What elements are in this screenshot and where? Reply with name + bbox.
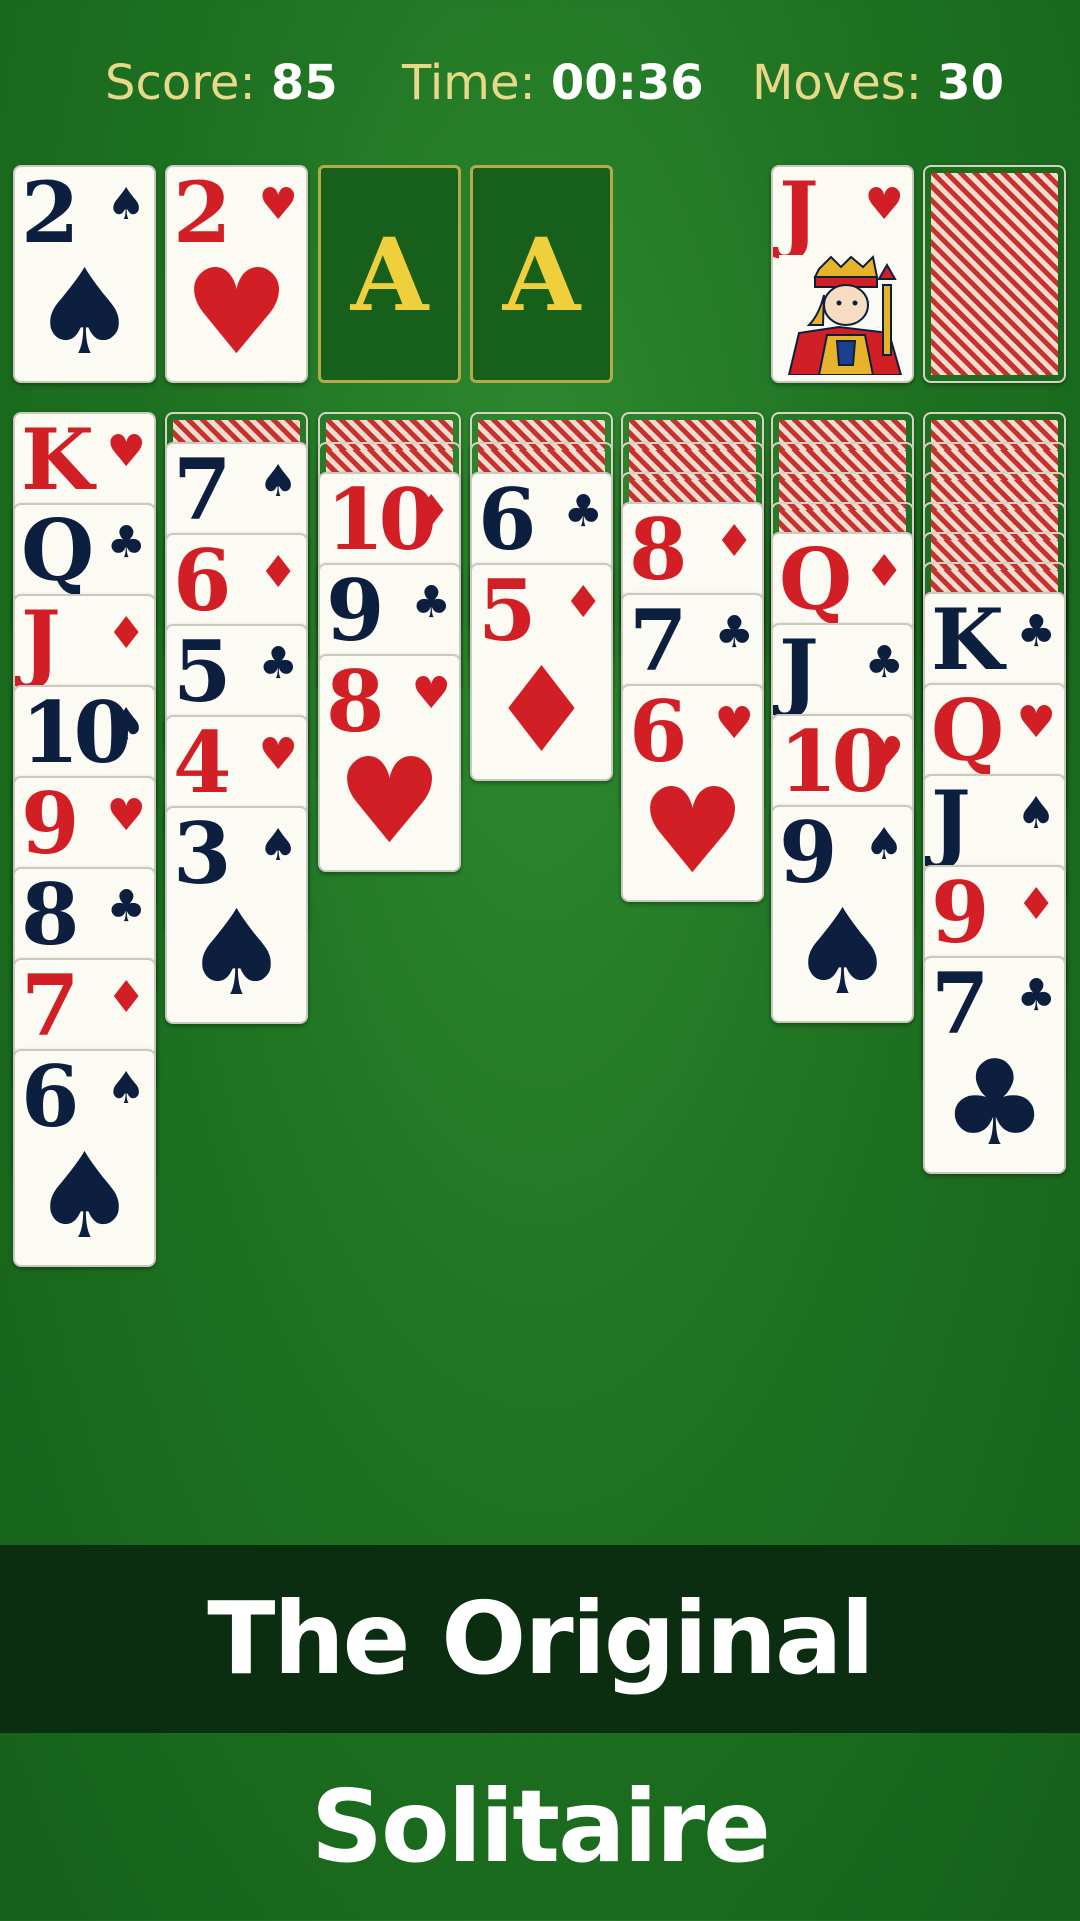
score-bar: Score: 85 Time: 00:36 Moves: 30 — [0, 48, 1080, 118]
heart-icon: ♥ — [183, 243, 290, 381]
heart-icon: ♥ — [639, 762, 746, 900]
tableau-card[interactable]: 8 ♥ ♥ — [318, 654, 461, 872]
score-value: 85 — [270, 55, 338, 111]
moves-label: Moves: — [752, 55, 922, 111]
card-rank: Q — [779, 532, 852, 629]
time-value: 00:36 — [550, 55, 704, 111]
promo-banner: The Original Solitaire — [0, 1545, 1080, 1885]
card-rank: 9 — [931, 865, 990, 962]
club-icon: ♣ — [941, 1034, 1048, 1172]
waste-pile[interactable]: J ♥ — [771, 165, 914, 383]
club-icon: ♣ — [411, 577, 451, 628]
diamond-icon: ♦ — [714, 516, 754, 567]
card-rank: 6 — [173, 533, 232, 630]
diamond-icon: ♦ — [258, 547, 298, 598]
heart-icon: ♥ — [411, 668, 451, 719]
card-rank: K — [931, 592, 1004, 689]
spade-icon: ♠ — [789, 883, 896, 1021]
card-rank: 8 — [629, 502, 688, 599]
card-rank: 9 — [21, 776, 80, 873]
spade-icon: ♠ — [31, 243, 138, 381]
card-rank: 7 — [173, 442, 232, 539]
heart-icon: ♥ — [864, 179, 904, 230]
card-rank: Q — [931, 683, 1004, 780]
heart-icon: ♥ — [106, 790, 146, 841]
heart-icon: ♥ — [714, 698, 754, 749]
club-icon: ♣ — [106, 881, 146, 932]
club-icon: ♣ — [1016, 970, 1056, 1021]
time-display: Time: 00:36 — [402, 48, 704, 118]
tableau-card[interactable]: 6 ♥ ♥ — [621, 684, 764, 902]
club-icon: ♣ — [1016, 606, 1056, 657]
foundation-ace-label: A — [350, 216, 429, 334]
spade-icon: ♠ — [106, 699, 146, 750]
foundation-pile-2[interactable]: 2 ♥ ♥ — [165, 165, 308, 383]
time-label: Time: — [402, 55, 536, 111]
heart-icon: ♥ — [258, 729, 298, 780]
foundation-pile-3[interactable]: A — [318, 165, 461, 383]
jack-portrait-icon — [779, 255, 909, 375]
tableau-card[interactable]: 7 ♣ ♣ — [923, 956, 1066, 1174]
score-display: Score: 85 — [105, 48, 338, 118]
foundation-ace-label: A — [502, 216, 581, 334]
diamond-icon: ♦ — [488, 641, 595, 779]
spade-icon: ♠ — [31, 1127, 138, 1265]
diamond-icon: ♦ — [1016, 879, 1056, 930]
card-rank: K — [21, 412, 94, 509]
tableau-card[interactable]: 9 ♠ ♠ — [771, 805, 914, 1023]
foundation-pile-1[interactable]: 2 ♠ ♠ — [13, 165, 156, 383]
heart-icon: ♥ — [336, 732, 443, 870]
diamond-icon: ♦ — [106, 972, 146, 1023]
club-icon: ♣ — [714, 607, 754, 658]
card-rank: J — [21, 594, 61, 691]
diamond-icon: ♦ — [411, 486, 451, 537]
spade-icon: ♠ — [183, 884, 290, 1022]
tableau-card[interactable]: 6 ♠ ♠ — [13, 1049, 156, 1267]
card-rank: J — [779, 623, 819, 720]
card-rank: 7 — [629, 593, 688, 690]
tableau-card[interactable]: 3 ♠ ♠ — [165, 806, 308, 1024]
heart-icon: ♥ — [864, 728, 904, 779]
card-rank: 8 — [21, 867, 80, 964]
diamond-icon: ♦ — [106, 608, 146, 659]
diamond-icon: ♦ — [563, 577, 603, 628]
card-rank: Q — [21, 503, 94, 600]
spade-icon: ♠ — [258, 456, 298, 507]
moves-value: 30 — [937, 55, 1004, 111]
club-icon: ♣ — [106, 517, 146, 568]
card-rank: 4 — [173, 715, 232, 812]
club-icon: ♣ — [563, 486, 603, 537]
heart-icon: ♥ — [106, 426, 146, 477]
heart-icon: ♥ — [1016, 697, 1056, 748]
card-rank: 6 — [478, 472, 537, 569]
stock-pile[interactable] — [923, 165, 1066, 383]
club-icon: ♣ — [864, 637, 904, 688]
spade-icon: ♠ — [106, 179, 146, 230]
spade-icon: ♠ — [864, 819, 904, 870]
card-rank: J — [779, 165, 819, 262]
spade-icon: ♠ — [258, 820, 298, 871]
score-label: Score: — [105, 55, 256, 111]
foundation-pile-4[interactable]: A — [470, 165, 613, 383]
promo-banner-text: The Original Solitaire — [207, 1580, 874, 1885]
card-rank: 9 — [326, 563, 385, 660]
card-rank: 7 — [21, 958, 80, 1055]
card-rank: 5 — [173, 624, 232, 721]
spade-icon: ♠ — [106, 1063, 146, 1114]
spade-icon: ♠ — [1016, 788, 1056, 839]
card-rank: J — [931, 774, 971, 871]
moves-display: Moves: 30 — [752, 48, 1004, 118]
heart-icon: ♥ — [258, 179, 298, 230]
tableau-card[interactable]: 5 ♦ ♦ — [470, 563, 613, 781]
club-icon: ♣ — [258, 638, 298, 689]
diamond-icon: ♦ — [864, 546, 904, 597]
